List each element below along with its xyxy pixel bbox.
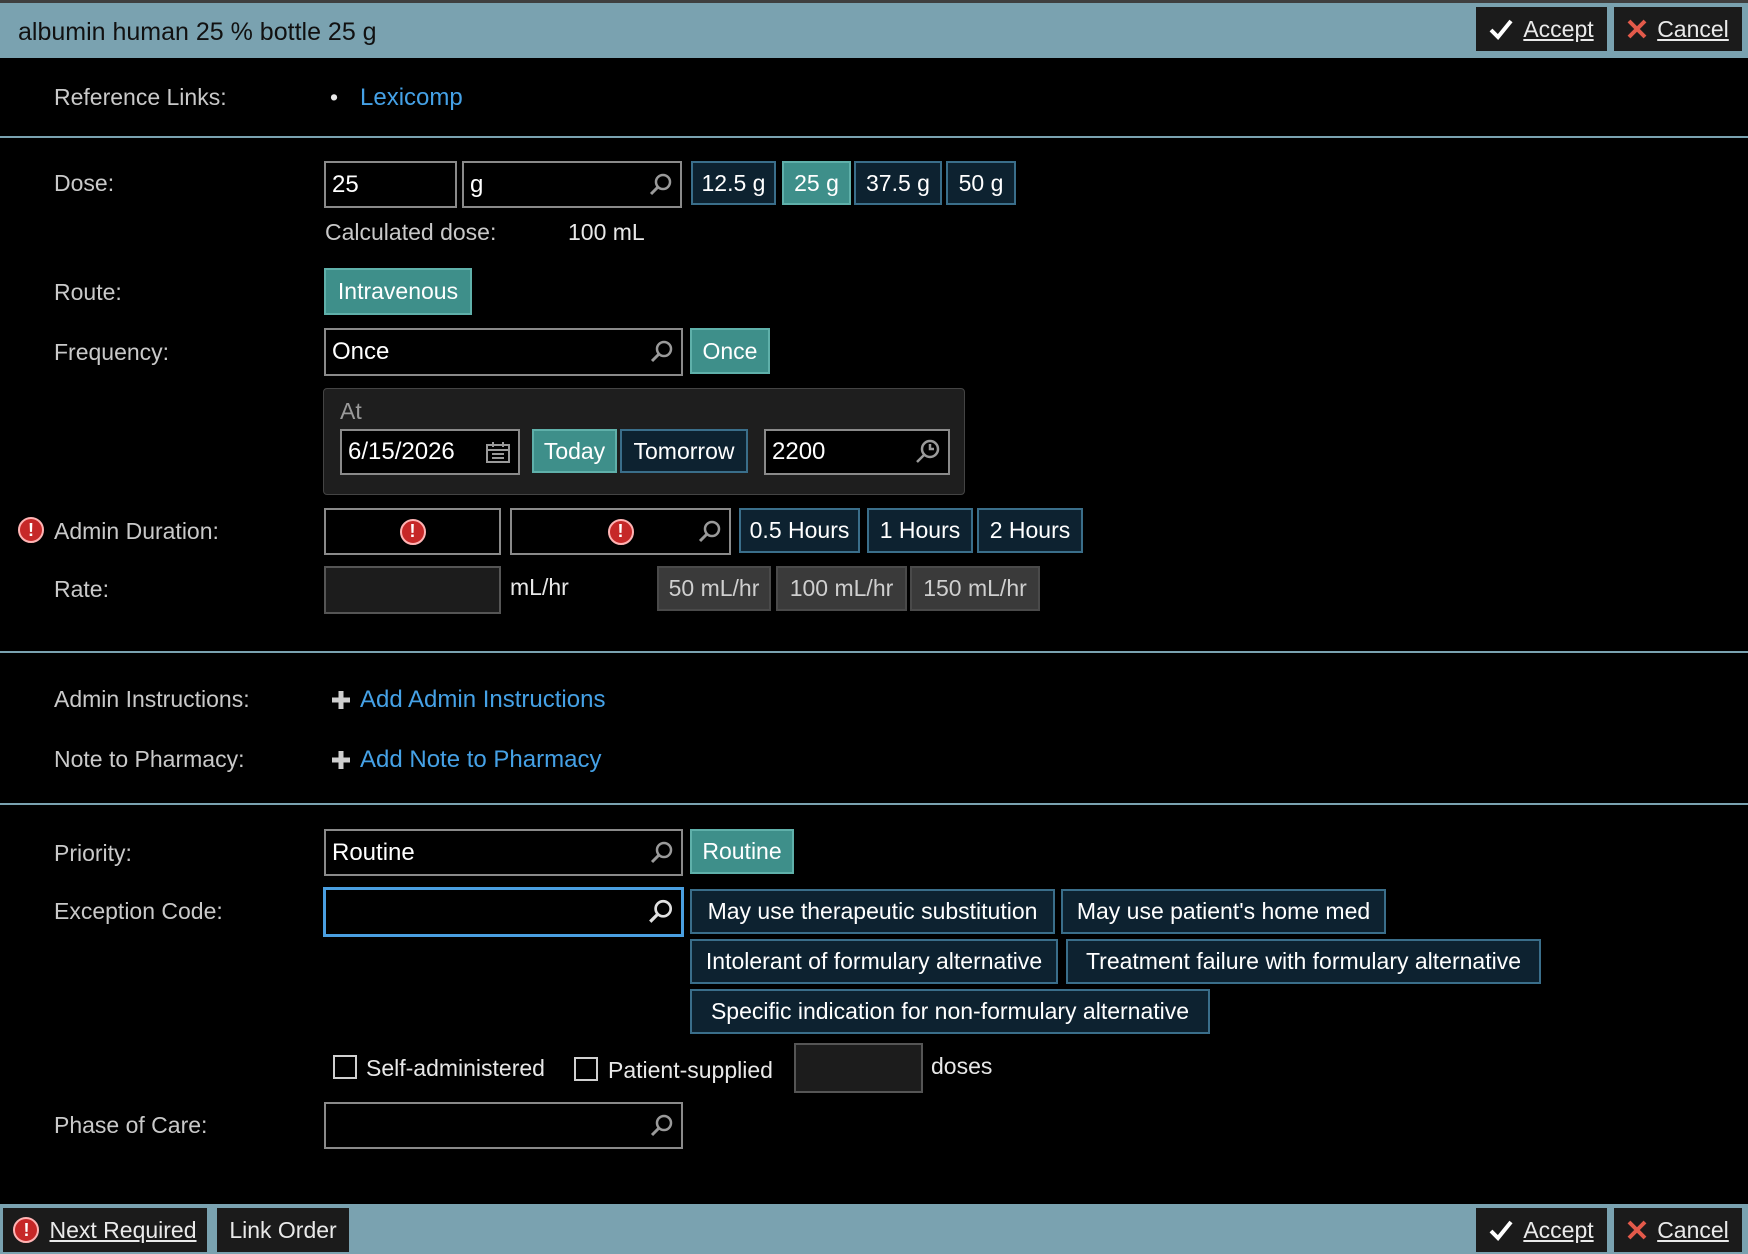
self-administered-checkbox[interactable] xyxy=(333,1055,357,1079)
date-input[interactable]: 6/15/2026 xyxy=(340,429,520,475)
search-icon[interactable] xyxy=(649,1113,675,1139)
duration-chip-0-5-hours[interactable]: 0.5 Hours xyxy=(739,508,860,553)
accept-button[interactable]: Accept xyxy=(1476,7,1607,51)
route-label: Route: xyxy=(54,279,122,305)
lexicomp-link[interactable]: Lexicomp xyxy=(360,84,463,112)
self-administered-label: Self-administered xyxy=(366,1055,545,1081)
check-icon xyxy=(1489,1220,1513,1241)
exception-chip-therapeutic-substitution[interactable]: May use therapeutic substitution xyxy=(690,889,1055,934)
required-warning-icon: ! xyxy=(18,517,44,543)
dose-chip-12-5g[interactable]: 12.5 g xyxy=(691,161,776,205)
note-to-pharmacy-label: Note to Pharmacy: xyxy=(54,746,245,772)
duration-chip-2-hours[interactable]: 2 Hours xyxy=(977,508,1083,553)
exception-chip-home-med[interactable]: May use patient's home med xyxy=(1061,889,1386,934)
frequency-field[interactable]: Once xyxy=(324,328,683,376)
dose-unit-value: g xyxy=(470,170,484,198)
admin-duration-label: Admin Duration: xyxy=(54,518,219,544)
doses-input[interactable] xyxy=(794,1043,923,1093)
dose-chip-25g[interactable]: 25 g xyxy=(782,161,851,205)
tomorrow-button[interactable]: Tomorrow xyxy=(620,429,748,473)
at-label: At xyxy=(340,398,362,424)
divider xyxy=(0,136,1748,138)
check-icon xyxy=(1489,19,1513,40)
accept-label: Accept xyxy=(1523,15,1594,42)
cancel-label: Cancel xyxy=(1657,1216,1729,1243)
priority-chip-routine[interactable]: Routine xyxy=(690,829,794,874)
rate-chip-50[interactable]: 50 mL/hr xyxy=(657,566,771,611)
dose-unit-field[interactable]: g xyxy=(462,161,682,208)
link-order-button[interactable]: Link Order xyxy=(217,1208,349,1252)
reference-links-label: Reference Links: xyxy=(54,84,227,110)
rate-chip-100[interactable]: 100 mL/hr xyxy=(776,566,907,611)
phase-of-care-field[interactable] xyxy=(324,1102,683,1149)
order-title: albumin human 25 % bottle 25 g xyxy=(18,18,377,46)
date-value: 6/15/2026 xyxy=(348,438,455,465)
close-icon xyxy=(1627,19,1647,39)
patient-supplied-label: Patient-supplied xyxy=(608,1057,773,1083)
priority-label: Priority: xyxy=(54,840,132,866)
plus-icon xyxy=(332,691,350,709)
add-note-to-pharmacy-link[interactable]: Add Note to Pharmacy xyxy=(330,746,601,774)
search-icon[interactable] xyxy=(697,519,723,545)
calendar-icon[interactable] xyxy=(484,439,512,465)
admin-duration-unit-field[interactable]: ! xyxy=(510,508,731,555)
required-warning-icon: ! xyxy=(607,518,634,545)
exception-chip-treatment-failure[interactable]: Treatment failure with formulary alterna… xyxy=(1066,939,1541,984)
required-warning-icon: ! xyxy=(13,1217,40,1243)
rate-input[interactable] xyxy=(324,566,501,614)
calculated-dose-value: 100 mL xyxy=(568,219,645,245)
doses-label: doses xyxy=(931,1053,993,1079)
search-icon[interactable] xyxy=(648,172,674,198)
priority-field[interactable]: Routine xyxy=(324,829,683,876)
cancel-button[interactable]: Cancel xyxy=(1614,7,1742,51)
priority-value: Routine xyxy=(332,838,415,866)
add-note-to-pharmacy-text: Add Note to Pharmacy xyxy=(360,746,602,773)
cancel-button-bottom[interactable]: Cancel xyxy=(1614,1208,1742,1252)
frequency-label: Frequency: xyxy=(54,339,170,365)
search-icon[interactable] xyxy=(647,898,675,926)
clock-search-icon[interactable] xyxy=(914,438,942,466)
next-required-label: Next Required xyxy=(49,1216,197,1243)
duration-chip-1-hours[interactable]: 1 Hours xyxy=(867,508,973,553)
rate-chip-150[interactable]: 150 mL/hr xyxy=(910,566,1040,611)
add-admin-instructions-text: Add Admin Instructions xyxy=(360,686,606,713)
exception-chip-intolerant[interactable]: Intolerant of formulary alternative xyxy=(690,939,1058,984)
exception-chip-specific-indication[interactable]: Specific indication for non-formulary al… xyxy=(690,989,1210,1034)
time-input[interactable]: 2200 xyxy=(764,429,950,475)
close-icon xyxy=(1627,1220,1647,1240)
exception-code-label: Exception Code: xyxy=(54,898,223,924)
required-warning-icon: ! xyxy=(399,518,426,545)
dose-label: Dose: xyxy=(54,170,115,196)
rate-label: Rate: xyxy=(54,576,109,602)
admin-instructions-label: Admin Instructions: xyxy=(54,686,250,712)
divider xyxy=(0,803,1748,805)
plus-icon xyxy=(332,751,350,769)
calculated-dose-label: Calculated dose: xyxy=(325,219,497,245)
divider xyxy=(0,651,1748,653)
phase-of-care-label: Phase of Care: xyxy=(54,1112,208,1138)
cancel-label: Cancel xyxy=(1657,15,1729,42)
add-admin-instructions-link[interactable]: Add Admin Instructions xyxy=(330,686,605,714)
time-value: 2200 xyxy=(772,438,826,465)
admin-duration-input[interactable]: ! xyxy=(324,508,501,555)
frequency-value: Once xyxy=(332,338,390,365)
dose-chip-37-5g[interactable]: 37.5 g xyxy=(854,161,942,205)
dose-chip-50g[interactable]: 50 g xyxy=(946,161,1016,205)
exception-code-input[interactable] xyxy=(323,887,684,937)
dose-value: 25 xyxy=(332,170,359,198)
today-button[interactable]: Today xyxy=(532,429,617,473)
next-required-button[interactable]: ! Next Required xyxy=(3,1208,207,1252)
accept-button-bottom[interactable]: Accept xyxy=(1476,1208,1607,1252)
frequency-chip-once[interactable]: Once xyxy=(690,328,770,374)
bullet: • xyxy=(330,84,339,110)
accept-label: Accept xyxy=(1523,1216,1594,1243)
dose-input[interactable]: 25 xyxy=(324,161,457,208)
search-icon[interactable] xyxy=(649,339,675,365)
route-chip-intravenous[interactable]: Intravenous xyxy=(324,268,472,315)
search-icon[interactable] xyxy=(649,840,675,866)
patient-supplied-checkbox[interactable] xyxy=(574,1057,598,1081)
rate-unit: mL/hr xyxy=(510,574,569,600)
